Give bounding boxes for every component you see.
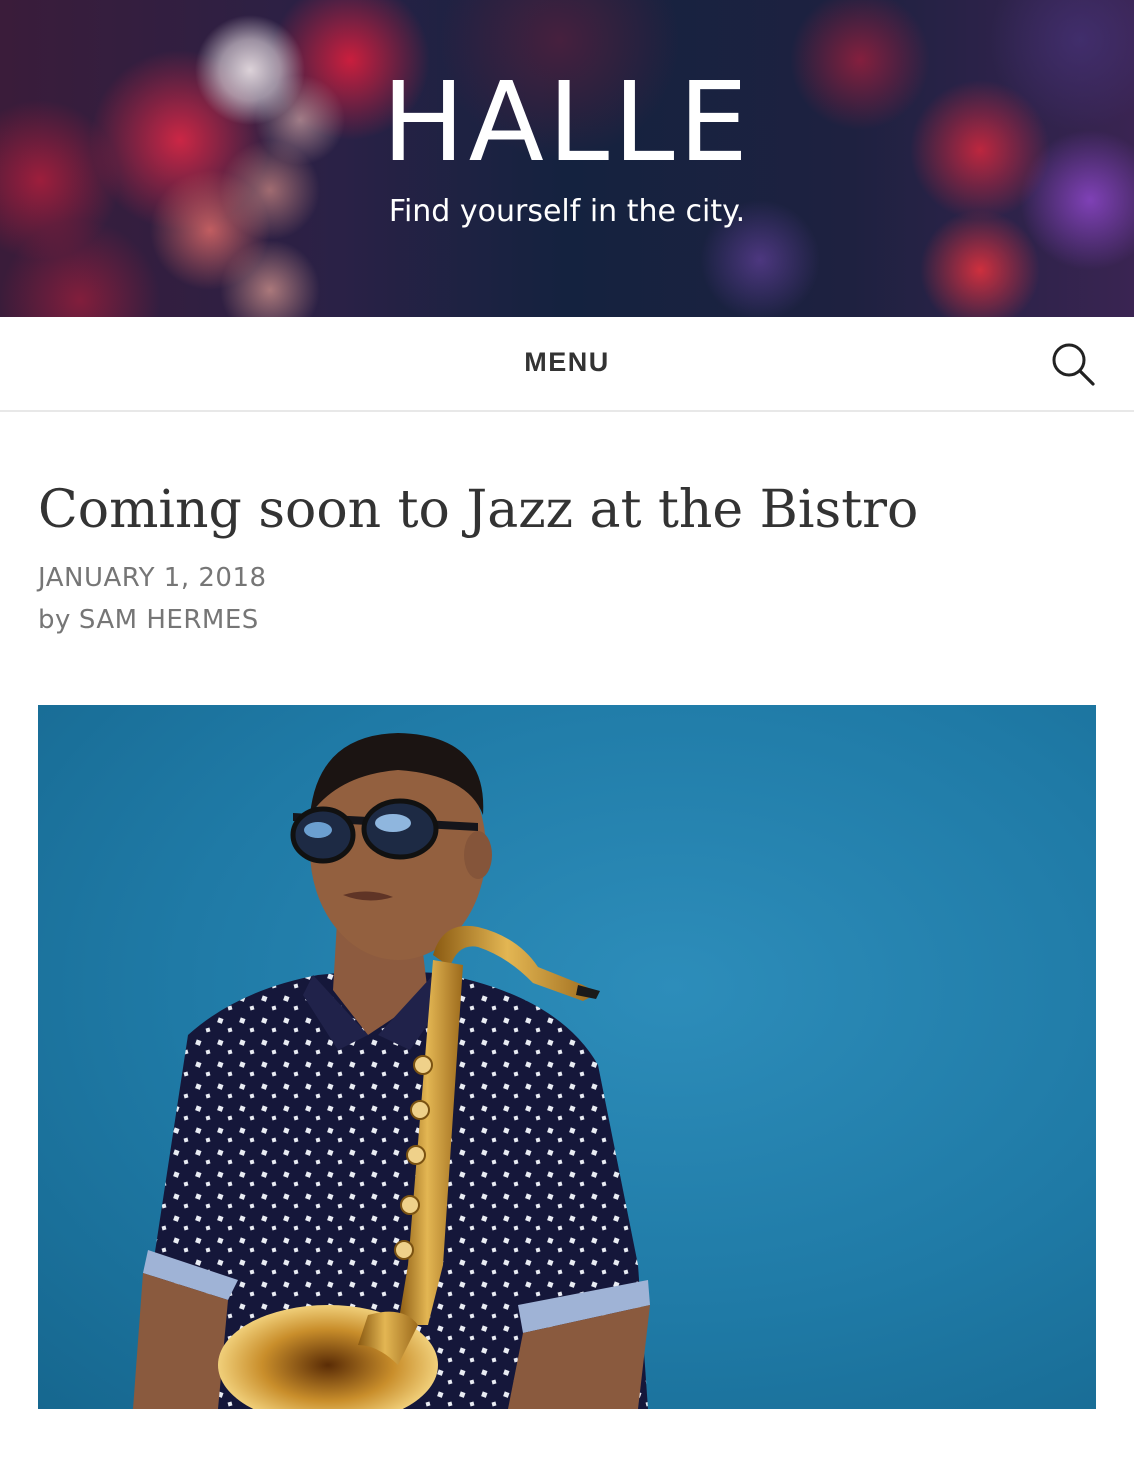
- byline-prefix: by: [38, 605, 71, 635]
- site-header-banner: HALLE Find yourself in the city.: [0, 0, 1134, 317]
- search-icon: [1052, 343, 1095, 386]
- post-author-link[interactable]: SAM HERMES: [79, 605, 259, 635]
- saxophonist-illustration: [133, 733, 650, 1409]
- post-byline: by SAM HERMES: [38, 602, 259, 638]
- site-tagline: Find yourself in the city.: [388, 194, 746, 229]
- post-title[interactable]: Coming soon to Jazz at the Bistro: [38, 470, 918, 550]
- menu-button[interactable]: MENU: [507, 347, 627, 378]
- featured-image: [38, 705, 1096, 1409]
- navigation-bar: MENU: [0, 317, 1134, 412]
- site-title[interactable]: HALLE: [0, 62, 1134, 182]
- search-button[interactable]: [1048, 339, 1098, 389]
- post-date[interactable]: JANUARY 1, 2018: [38, 560, 267, 596]
